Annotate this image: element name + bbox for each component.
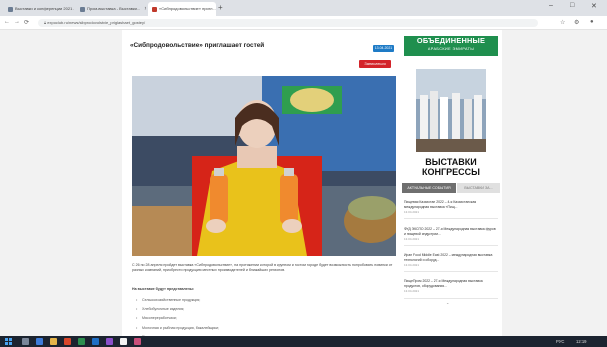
news-date: 13.04.2021 [404,289,420,294]
web-page: «Сибпродовольствие» приглашает гостей 13… [0,30,607,342]
new-tab-button[interactable]: + [218,3,223,12]
tab-label: Пром-выставка - Выставки... [87,6,141,11]
news-item[interactable]: Иран Food Middle East 2022 – международн… [404,253,496,267]
clock[interactable]: 12:19 [576,338,586,345]
app-icon[interactable] [78,338,85,345]
app-icon[interactable] [120,338,127,345]
divider [404,218,498,219]
back-arrow-icon[interactable]: ← [4,19,10,25]
list-item: Молочная и рыбная продукция, бакалейщики… [136,324,396,333]
news-date: 13.04.2021 [404,263,420,268]
banner-title-line: КОНГРЕССЫ [422,166,480,176]
article-column: «Сибпродовольствие» приглашает гостей 13… [122,30,400,342]
list-item: Мясопереработчики; [136,314,396,323]
article-body: С 26 по 28 апреля пройдет выставка «Сибп… [132,263,393,273]
news-item[interactable]: Пищевая Казахстан 2022 – 4-я Казахстанск… [404,200,496,214]
register-button[interactable]: Записаться [359,60,391,68]
app-icon[interactable] [106,338,113,345]
list-item: Сельскохозяйственные продукция; [136,296,396,305]
divider [404,245,498,246]
uae-exhibitions-banner[interactable]: ОБЪЕДИНЕННЫЕ АРАБСКИЕ ЭМИРАТЫ ВЫСТАВКИ К… [404,36,498,176]
maximize-button[interactable]: □ [570,2,574,9]
taskbar: РУС 12:19 [0,336,607,347]
sidebar-tabs: АКТУАЛЬНЫЕ СОБЫТИЯ ВЫСТАВКИ ЗА... [400,183,502,193]
article-title: «Сибпродовольствие» приглашает гостей [130,42,265,49]
minimize-button[interactable]: – [549,2,553,9]
star-icon[interactable]: ☆ [560,19,565,26]
more-chevron-icon[interactable]: ⌄ [446,300,449,305]
profile-icon[interactable]: ● [590,19,594,25]
favicon-icon [80,6,85,12]
sidebar: ОБЪЕДИНЕННЫЕ АРАБСКИЕ ЭМИРАТЫ ВЫСТАВКИ К… [400,30,502,336]
tab-current-events[interactable]: АКТУАЛЬНЫЕ СОБЫТИЯ [402,183,456,193]
tab-past-exhibitions[interactable]: ВЫСТАВКИ ЗА... [457,183,500,193]
news-date: 13.04.2021 [404,237,420,242]
url-text: expoclub.ru/news/sibprodovolstvie_prigla… [47,20,146,25]
browser-tab-2[interactable]: Пром-выставка - Выставки... ✕ [76,2,146,16]
banner-header: ОБЪЕДИНЕННЫЕ АРАБСКИЕ ЭМИРАТЫ [404,36,498,56]
favicon-icon [8,6,13,12]
exhibition-photo-illustration [132,76,396,256]
browser-tab-3-active[interactable]: «Сибпродовольствие» пригл... ✕ [148,2,216,16]
close-window-button[interactable]: ✕ [591,2,597,10]
banner-title: ВЫСТАВКИ КОНГРЕССЫ [404,157,498,176]
search-icon[interactable] [22,338,29,345]
list-item: Хлебобулочные изделия; [136,305,396,314]
news-title: ФУД ЭКСПО 2022 – 27-я Международная выст… [404,227,496,236]
keyboard-language[interactable]: РУС [556,338,564,345]
divider [404,298,498,299]
app-icon[interactable] [134,338,141,345]
news-date: 13.04.2021 [404,210,420,215]
tab-label: «Сибпродовольствие» пригл... [159,6,216,11]
date-badge: 13.04.2021 [373,45,394,52]
browser-tab-1[interactable]: Выставки и конференции 2021 - В... ✕ [4,2,74,16]
task-view-icon[interactable] [36,338,43,345]
news-title: Иран Food Middle East 2022 – международн… [404,253,493,262]
news-title: ПищеПром 2022 – 27-я Международная выста… [404,279,483,288]
reload-icon[interactable]: ⟳ [24,19,29,26]
close-tab-icon[interactable]: ✕ [144,2,146,16]
news-item[interactable]: ПищеПром 2022 – 27-я Международная выста… [404,279,496,293]
favicon-icon [152,6,157,12]
app-icon[interactable] [92,338,99,345]
tab-label: Выставки и конференции 2021 - В... [15,6,74,11]
news-item[interactable]: ФУД ЭКСПО 2022 – 27-я Международная выст… [404,227,496,241]
banner-subheading: АРАБСКИЕ ЭМИРАТЫ [427,47,475,51]
browser-tab-strip: Выставки и конференции 2021 - В... ✕ Про… [0,0,607,16]
forward-arrow-icon[interactable]: → [14,19,20,25]
banner-photo-illustration [416,69,486,152]
browser-app-icon[interactable] [64,338,71,345]
news-title: Пищевая Казахстан 2022 – 4-я Казахстанск… [404,200,477,209]
divider [404,271,498,272]
windows-start-icon[interactable] [5,338,12,345]
banner-heading: ОБЪЕДИНЕННЫЕ [416,36,486,45]
file-explorer-icon[interactable] [50,338,57,345]
list-intro: На выставке будут представлены: [132,287,195,291]
url-input[interactable]: 🔒︎ expoclub.ru/news/sibprodovolstvie_pri… [38,19,538,27]
extensions-icon[interactable]: ⚙ [574,19,579,26]
address-bar-row: ← → ⟳ 🔒︎ expoclub.ru/news/sibprodovolstv… [0,16,607,30]
article-photo [132,76,396,256]
